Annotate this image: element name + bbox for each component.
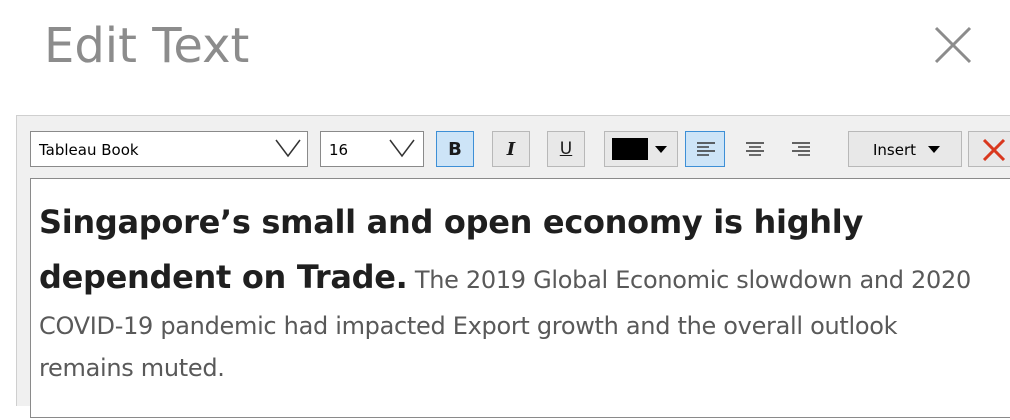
dialog-title: Edit Text <box>44 18 250 74</box>
align-left-icon <box>697 142 715 156</box>
caret-down-icon <box>928 146 940 153</box>
align-right-icon <box>792 142 810 156</box>
chevron-down-icon <box>275 139 301 158</box>
italic-button[interactable]: I <box>492 131 530 167</box>
font-family-value: Tableau Book <box>39 141 139 159</box>
align-center-icon <box>746 142 764 156</box>
font-size-select[interactable]: 16 <box>320 131 424 167</box>
color-swatch <box>612 138 648 160</box>
align-center-button[interactable] <box>734 131 774 167</box>
editor-paragraph: Singapore’s small and open economy is hi… <box>39 195 999 389</box>
align-left-button[interactable] <box>685 131 725 167</box>
font-size-value: 16 <box>329 141 349 159</box>
insert-label: Insert <box>873 141 917 159</box>
text-color-button[interactable] <box>604 131 678 167</box>
font-family-select[interactable]: Tableau Book <box>30 131 308 167</box>
chevron-down-icon <box>389 139 415 158</box>
align-right-button[interactable] <box>780 131 820 167</box>
clear-formatting-icon <box>982 139 1006 161</box>
clear-formatting-button[interactable] <box>968 131 1010 167</box>
underline-button[interactable]: U <box>547 131 585 167</box>
close-icon <box>934 26 972 64</box>
close-button[interactable] <box>930 22 976 68</box>
caret-down-icon <box>655 146 667 153</box>
bold-button[interactable]: B <box>436 131 474 167</box>
insert-button[interactable]: Insert <box>848 131 962 167</box>
text-editor[interactable]: Singapore’s small and open economy is hi… <box>30 178 1010 418</box>
